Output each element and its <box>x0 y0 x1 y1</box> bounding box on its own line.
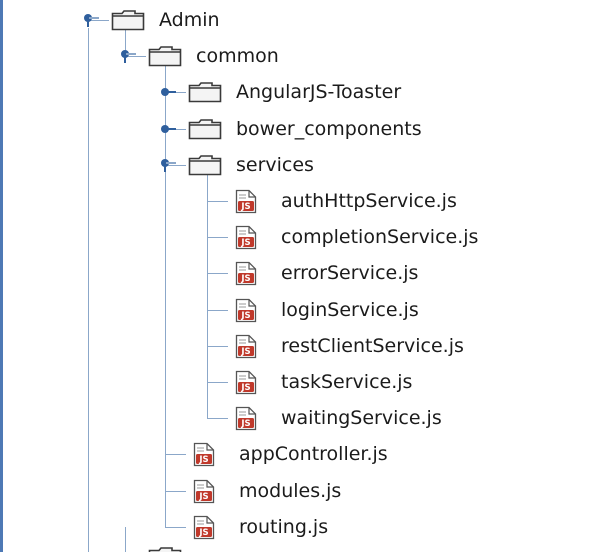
tree-file-node[interactable]: JS taskService.js <box>0 364 601 400</box>
tree-branch-line <box>165 454 186 456</box>
js-file-icon: JS <box>235 407 257 431</box>
tree-folder-node[interactable]: bower_components <box>0 111 601 147</box>
tree-node-label: Admin <box>159 9 220 31</box>
js-badge-text: JS <box>240 347 250 357</box>
folder-icon <box>148 46 182 67</box>
tree-node-label: errorService.js <box>281 262 419 285</box>
tree-node-label: taskService.js <box>281 371 413 393</box>
js-badge-text: JS <box>198 528 208 538</box>
js-file-icon: JS <box>235 298 257 322</box>
tree-node-label: services <box>236 153 314 176</box>
js-file-icon: JS <box>235 226 257 250</box>
js-file-icon: JS <box>193 479 215 503</box>
tree-node-label: bower_components <box>236 117 422 140</box>
js-badge-text: JS <box>198 456 208 466</box>
folder-icon <box>188 118 222 139</box>
tree-node-label: waitingService.js <box>281 407 442 430</box>
js-file-icon: JS <box>193 443 215 467</box>
expanded-handle-icon[interactable] <box>120 49 136 64</box>
tree-branch-line <box>207 237 228 239</box>
tree-file-node[interactable]: JS loginService.js <box>0 292 601 328</box>
tree-folder-node[interactable]: services <box>0 147 601 183</box>
tree-node-label: routing.js <box>239 515 329 538</box>
js-file-icon: JS <box>235 189 257 214</box>
collapsed-handle-icon[interactable] <box>160 122 176 136</box>
tree-branch-line <box>165 490 186 492</box>
tree-file-node[interactable]: JS routing.js <box>0 509 601 545</box>
tree-branch-line <box>207 309 228 311</box>
folder-icon <box>148 547 182 552</box>
js-file-icon: JS <box>235 334 257 358</box>
tree-file-node[interactable]: JS waitingService.js <box>0 400 601 436</box>
tree-folder-node[interactable]: Admin <box>0 2 601 38</box>
tree-branch-line <box>207 273 228 275</box>
js-badge-text: JS <box>240 383 250 393</box>
js-badge-text: JS <box>240 238 250 248</box>
tree-node-label: authHttpService.js <box>281 190 457 212</box>
tree-file-node[interactable]: JS restClientService.js <box>0 328 601 364</box>
tree-node-label: completionService.js <box>281 226 479 249</box>
folder-icon <box>188 154 222 176</box>
folder-icon <box>188 82 222 103</box>
tree-node-label: common <box>196 45 279 68</box>
tree-file-node[interactable]: JS completionService.js <box>0 219 601 255</box>
tree-node-label: AngularJS-Toaster <box>236 81 402 104</box>
js-badge-text: JS <box>240 202 250 212</box>
project-file-tree[interactable]: Admin common AngularJS-Toaster bower_compon… <box>0 0 601 552</box>
js-badge-text: JS <box>240 275 250 285</box>
folder-icon <box>111 10 145 31</box>
tree-branch-line <box>207 418 228 420</box>
tree-branch-line <box>207 201 228 202</box>
tree-file-node[interactable]: JS authHttpService.js <box>0 183 601 219</box>
js-file-icon: JS <box>235 370 257 395</box>
expanded-handle-icon[interactable] <box>160 158 176 172</box>
js-badge-text: JS <box>240 311 250 321</box>
tree-node-label: loginService.js <box>281 298 419 321</box>
tree-branch-line <box>165 526 186 528</box>
tree-file-node[interactable]: JS appController.js <box>0 436 601 472</box>
js-file-icon: JS <box>235 262 257 286</box>
tree-folder-node[interactable]: AngularJS-Toaster <box>0 74 601 110</box>
tree-node-label: modules.js <box>239 479 342 502</box>
js-badge-text: JS <box>240 419 250 429</box>
expanded-handle-icon[interactable] <box>83 13 99 27</box>
tree-folder-node[interactable]: common <box>0 38 601 74</box>
tree-branch-line <box>207 345 228 347</box>
tree-file-node[interactable]: JS modules.js <box>0 473 601 509</box>
tree-file-node[interactable]: JS errorService.js <box>0 255 601 291</box>
js-file-icon: JS <box>193 515 215 539</box>
tree-node-label: restClientService.js <box>281 334 464 357</box>
collapsed-handle-icon[interactable] <box>160 85 176 99</box>
tree-branch-line <box>207 382 228 383</box>
js-badge-text: JS <box>198 492 208 502</box>
tree-node-label: appController.js <box>239 443 388 466</box>
